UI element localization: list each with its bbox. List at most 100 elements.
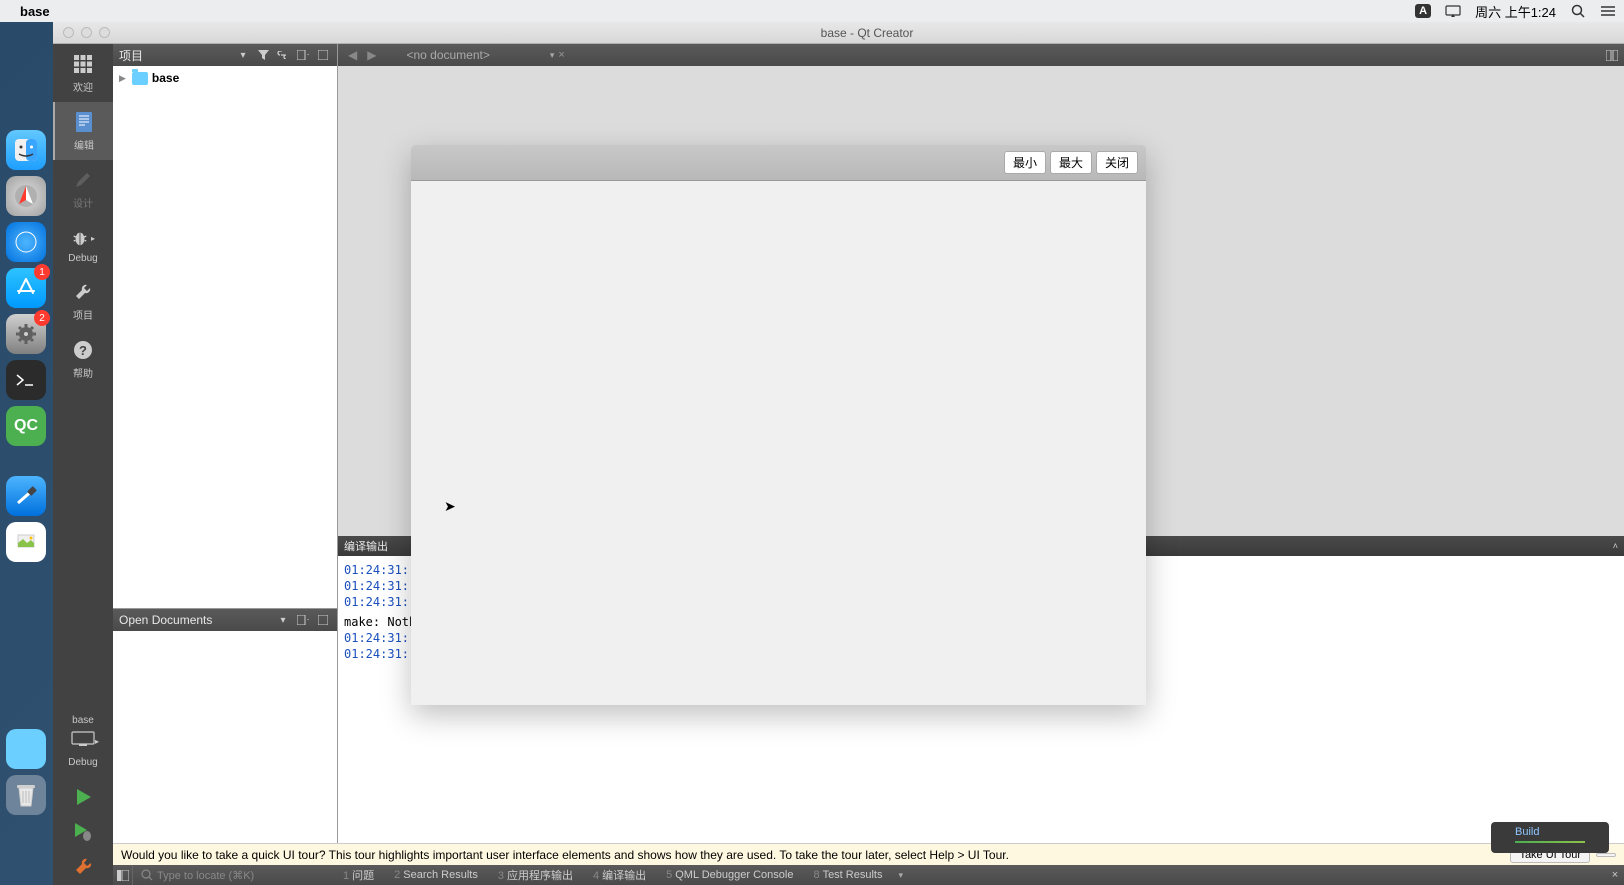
- pencil-icon: [71, 168, 95, 192]
- collapse-icon[interactable]: ˄: [1613, 541, 1618, 551]
- project-panel-header: 项目 ▾ +: [113, 44, 337, 66]
- zoom-traffic-button[interactable]: [99, 27, 110, 38]
- close-traffic-button[interactable]: [63, 27, 74, 38]
- tab-compile-output[interactable]: 4编译输出: [583, 867, 656, 883]
- target-selector[interactable]: base ▸ Debug: [68, 710, 97, 773]
- menu-icon[interactable]: [1600, 5, 1616, 17]
- nav-back-button[interactable]: ◀: [344, 46, 361, 64]
- menubar-datetime[interactable]: 周六 上午1:24: [1475, 2, 1556, 21]
- macos-menubar: base A 周六 上午1:24: [0, 0, 1624, 22]
- app-maximize-button[interactable]: 最大: [1050, 151, 1092, 174]
- app-close-button[interactable]: 关闭: [1096, 151, 1138, 174]
- filter-icon[interactable]: [255, 47, 271, 63]
- mode-welcome[interactable]: 欢迎: [53, 44, 113, 102]
- screen-mirror-icon[interactable]: [1445, 5, 1461, 17]
- dock-appstore[interactable]: 1: [6, 268, 46, 308]
- open-docs-body[interactable]: [113, 631, 337, 843]
- selector-icon[interactable]: ▾: [275, 612, 291, 628]
- selector-icon[interactable]: ▾: [235, 47, 251, 63]
- build-progress-bar: [1515, 841, 1585, 843]
- infobar-dismiss-button[interactable]: [1596, 853, 1616, 857]
- ui-tour-infobar: Would you like to take a quick UI tour? …: [113, 843, 1624, 865]
- sidebar-toggle-button[interactable]: [113, 865, 133, 885]
- dock-launchpad[interactable]: [6, 176, 46, 216]
- target-config-name: Debug: [68, 756, 97, 769]
- tab-app-output[interactable]: 3应用程序输出: [488, 867, 583, 883]
- running-app-titlebar[interactable]: 最小 最大 关闭: [411, 145, 1146, 181]
- build-label: Build: [1515, 826, 1585, 838]
- tree-root-row[interactable]: ▶ base: [119, 70, 331, 86]
- link-icon[interactable]: [275, 47, 291, 63]
- mode-debug[interactable]: ▸ Debug: [53, 218, 113, 272]
- dock-settings[interactable]: 2: [6, 314, 46, 354]
- bottom-bar: Type to locate (⌘K) 1问题 2Search Results …: [113, 865, 1624, 885]
- close-output-icon[interactable]: ×: [1606, 869, 1624, 881]
- panel-title: 项目: [119, 47, 143, 64]
- dock-preview[interactable]: [6, 522, 46, 562]
- folder-icon: [132, 72, 148, 85]
- menubar-right: A 周六 上午1:24: [1415, 2, 1616, 21]
- panel-title: Open Documents: [119, 613, 212, 627]
- dock-trash[interactable]: [6, 775, 46, 815]
- dock-xcode[interactable]: [6, 476, 46, 516]
- tab-issues[interactable]: 1问题: [333, 867, 384, 883]
- running-app-body[interactable]: [411, 181, 1146, 705]
- tab-test-results[interactable]: 8Test Results: [803, 869, 892, 881]
- mode-label: 欢迎: [73, 79, 93, 94]
- tab-search-results[interactable]: 2Search Results: [384, 869, 488, 881]
- open-documents-panel: Open Documents ▾ +: [113, 608, 337, 843]
- dock-qtcreator[interactable]: QC: [6, 406, 46, 446]
- cursor-icon: ➤: [444, 498, 456, 515]
- output-title: 编译输出: [344, 538, 388, 554]
- input-method-indicator[interactable]: A: [1415, 4, 1431, 18]
- locator-placeholder: Type to locate (⌘K): [157, 869, 254, 882]
- project-tree[interactable]: ▶ base: [113, 66, 337, 608]
- open-docs-header: Open Documents ▾ +: [113, 609, 337, 631]
- debug-run-button[interactable]: [72, 821, 94, 843]
- running-app-window[interactable]: 最小 最大 关闭: [411, 145, 1146, 705]
- mode-help[interactable]: ? 帮助: [53, 330, 113, 388]
- mode-project[interactable]: 项目: [53, 272, 113, 330]
- dropdown-icon[interactable]: ▾: [892, 870, 909, 881]
- minimize-traffic-button[interactable]: [81, 27, 92, 38]
- run-button[interactable]: [73, 787, 93, 807]
- expander-icon[interactable]: ▶: [119, 73, 126, 84]
- build-button[interactable]: [73, 857, 93, 877]
- mode-bottom: base ▸ Debug: [68, 702, 97, 885]
- document-selector[interactable]: <no document> ▾: [406, 48, 554, 62]
- close-panel-icon[interactable]: [315, 47, 331, 63]
- menubar-app-name[interactable]: base: [20, 4, 50, 19]
- dock-badge: 2: [34, 310, 50, 326]
- dock-terminal[interactable]: [6, 360, 46, 400]
- traffic-lights: [53, 27, 110, 38]
- close-panel-icon[interactable]: [315, 612, 331, 628]
- grid-icon: [71, 52, 95, 76]
- editor-nav: ◀ ▶: [338, 46, 386, 64]
- dock-finder[interactable]: [6, 130, 46, 170]
- infobar-text: Would you like to take a quick UI tour? …: [121, 848, 1009, 862]
- mode-label: Debug: [68, 253, 97, 264]
- app-minimize-button[interactable]: 最小: [1004, 151, 1046, 174]
- target-project-name: base: [68, 714, 97, 727]
- window-titlebar[interactable]: base - Qt Creator: [53, 22, 1624, 44]
- mode-edit[interactable]: 编辑: [53, 102, 113, 160]
- split-add-icon[interactable]: +: [295, 612, 311, 628]
- dock-folder[interactable]: [6, 729, 46, 769]
- mode-label: 设计: [73, 195, 93, 210]
- close-doc-icon[interactable]: ×: [554, 49, 568, 61]
- mode-label: 项目: [73, 307, 93, 322]
- document-icon: [72, 110, 96, 134]
- locator-search[interactable]: Type to locate (⌘K): [133, 869, 333, 882]
- macos-dock: 1 2 QC: [0, 130, 52, 562]
- dock-safari[interactable]: [6, 222, 46, 262]
- mode-design[interactable]: 设计: [53, 160, 113, 218]
- search-icon[interactable]: [1570, 5, 1586, 17]
- no-document-label: <no document>: [406, 48, 489, 62]
- nav-forward-button[interactable]: ▶: [363, 46, 380, 64]
- split-add-icon[interactable]: +: [295, 47, 311, 63]
- split-editor-icon[interactable]: [1600, 50, 1624, 61]
- mode-bar: 欢迎 编辑 设计 ▸ Debug 项目 ? 帮助: [53, 44, 113, 885]
- tab-qml-console[interactable]: 5QML Debugger Console: [656, 869, 803, 881]
- window-title: base - Qt Creator: [821, 26, 914, 40]
- svg-text:+: +: [307, 615, 309, 624]
